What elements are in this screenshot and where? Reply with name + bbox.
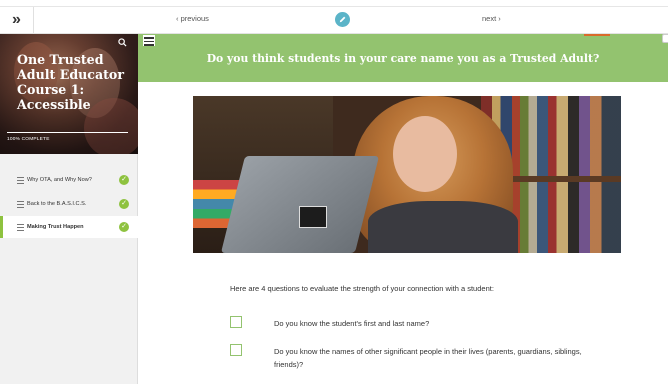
- previous-link[interactable]: ‹ previous: [176, 14, 209, 23]
- progress-bar: [7, 132, 128, 133]
- search-icon[interactable]: [118, 38, 127, 50]
- sidebar-item-basics[interactable]: Back to the B.A.S.I.C.S. ✓: [0, 193, 138, 215]
- double-chevron-right-icon: »: [12, 11, 21, 28]
- question-checkbox[interactable]: [230, 344, 242, 356]
- lesson-label: Why OTA, and Why Now?: [27, 177, 92, 183]
- intro-text: Here are 4 questions to evaluate the str…: [230, 284, 494, 293]
- question-text: Do you know the names of other significa…: [274, 347, 582, 369]
- check-circle-icon: ✓: [119, 222, 129, 232]
- top-divider: [0, 6, 668, 7]
- question-text: Do you know the student's first and last…: [274, 319, 430, 328]
- question-checkbox[interactable]: [230, 316, 242, 328]
- course-hero: One Trusted Adult Educator Course 1: Acc…: [0, 34, 138, 154]
- lesson-banner: Do you think students in your care name …: [138, 34, 668, 82]
- image-student-sweater: [368, 201, 518, 253]
- check-circle-icon: ✓: [119, 175, 129, 185]
- progress-text: 100% COMPLETE: [7, 137, 50, 142]
- image-student-face: [393, 116, 457, 192]
- lesson-heading: Do you think students in your care name …: [206, 52, 600, 65]
- edit-button[interactable]: [335, 12, 350, 27]
- sidebar-toggle-button[interactable]: »: [0, 7, 34, 33]
- course-sidebar: One Trusted Adult Educator Course 1: Acc…: [0, 34, 138, 384]
- lesson-content: Do you think students in your care name …: [138, 34, 668, 384]
- image-laptop-sticker: [299, 206, 327, 228]
- hamburger-icon[interactable]: [143, 35, 155, 46]
- lesson-label: Back to the B.A.S.I.C.S.: [27, 201, 87, 207]
- lesson-image: [193, 96, 621, 253]
- course-title: One Trusted Adult Educator Course 1: Acc…: [17, 52, 124, 112]
- lines-icon: [17, 224, 24, 233]
- sidebar-item-why-ota[interactable]: Why OTA, and Why Now? ✓: [0, 169, 138, 191]
- side-tab[interactable]: [662, 34, 668, 43]
- sidebar-item-making-trust-happen[interactable]: Making Trust Happen ✓: [0, 216, 138, 238]
- next-link[interactable]: next ›: [482, 14, 501, 23]
- lines-icon: [17, 201, 24, 210]
- top-nav-bar: » ‹ previous next ›: [0, 0, 668, 34]
- pencil-icon: [339, 16, 346, 23]
- check-circle-icon: ✓: [119, 199, 129, 209]
- lines-icon: [17, 177, 24, 186]
- image-laptop: [220, 156, 380, 253]
- banner-accent: [584, 34, 610, 36]
- lesson-label: Making Trust Happen: [27, 224, 84, 230]
